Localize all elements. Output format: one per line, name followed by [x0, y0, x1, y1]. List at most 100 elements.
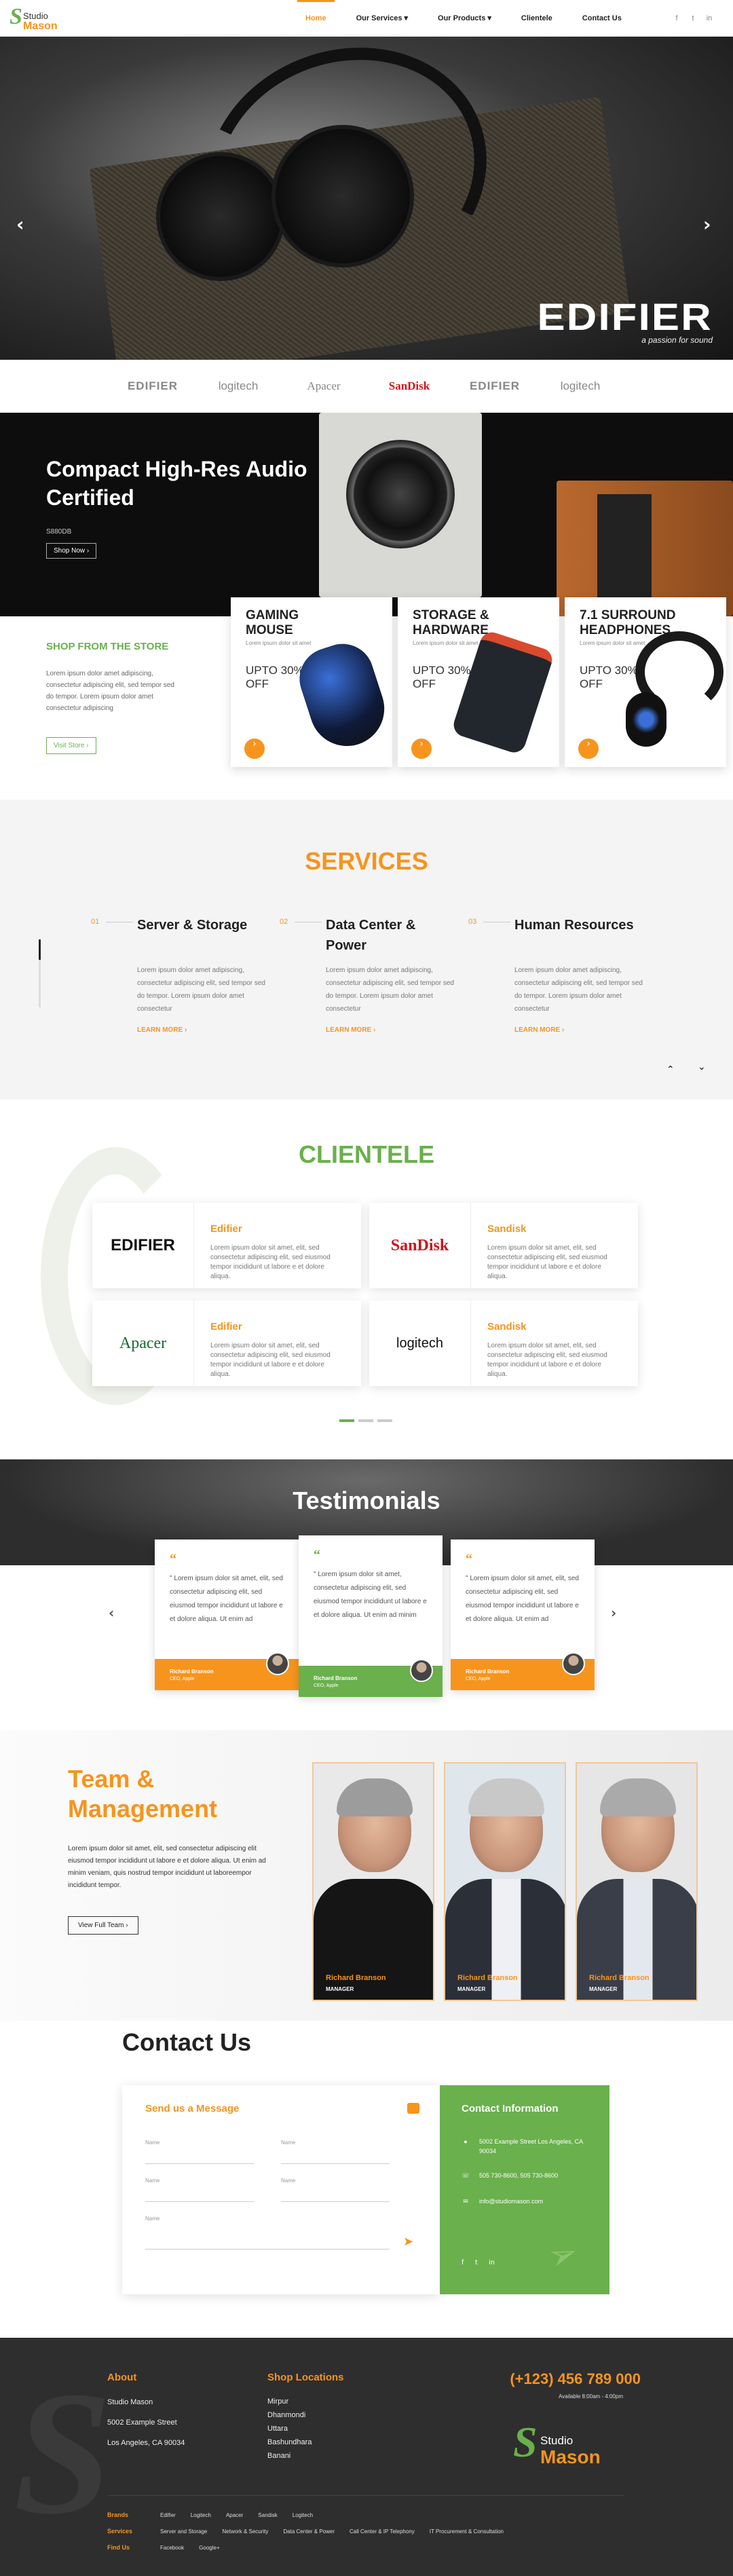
brand-strip: EDIFIER logitech Apacer SanDisk EDIFIER …	[0, 360, 733, 413]
facebook-icon[interactable]: f	[462, 2259, 464, 2266]
testimonial-text: " Lorem ipsum dolor sit amet, elit, sed …	[170, 1575, 283, 1623]
chevron-down-icon: ▾	[487, 14, 491, 22]
nav-contact-us[interactable]: Contact Us	[567, 0, 637, 37]
nav-our-services[interactable]: Our Services ▾	[341, 0, 423, 37]
product-card-subtitle: Lorem ipsum dolor sit amet	[580, 640, 645, 646]
service-number: 02	[280, 918, 288, 926]
service-text: Lorem ipsum dolor amet adipiscing, conse…	[514, 967, 643, 1013]
visit-store-button[interactable]: Visit Store ›	[46, 737, 96, 754]
client-text: Lorem ipsum dolor sit amet, elit, sed co…	[210, 1342, 331, 1378]
member-role: MANAGER	[326, 1986, 354, 1992]
site-footer: S About Studio Mason 5002 Example Street…	[0, 2338, 733, 2576]
hero-brand: EDIFIER	[537, 295, 713, 338]
testimonial-card: “ " Lorem ipsum dolor sit amet, elit, se…	[155, 1539, 299, 1690]
message-field[interactable]: Name	[145, 2216, 390, 2250]
learn-more-link[interactable]: LEARN MORE ›	[137, 1026, 187, 1034]
twitter-icon[interactable]: t	[475, 2259, 478, 2266]
member-role: MANAGER	[457, 1986, 486, 1992]
view-full-team-button[interactable]: View Full Team ›	[68, 1916, 138, 1935]
facebook-icon[interactable]: f	[672, 14, 681, 23]
linkedin-icon[interactable]: in	[704, 14, 714, 23]
testimonial-card: “ " Lorem ipsum dolor sit amet, elit, se…	[451, 1539, 595, 1690]
client-name: Sandisk	[487, 1321, 527, 1332]
brand-logo[interactable]: logitech	[538, 379, 623, 393]
chat-icon	[407, 2103, 419, 2114]
carousel-dot[interactable]	[377, 1419, 392, 1422]
arrow-right-button[interactable]: ›	[411, 739, 432, 759]
name-field[interactable]: Name	[281, 2178, 390, 2202]
footer-availability: Available 8:00am - 4:00pm	[558, 2393, 623, 2400]
service-title: Data Center & Power	[326, 918, 416, 953]
contact-email[interactable]: info@studiomason.com	[479, 2197, 601, 2206]
brand-logo[interactable]: logitech	[195, 379, 281, 393]
email-icon: ✉	[463, 2198, 468, 2205]
quote-icon: “	[314, 1548, 320, 1563]
footer-logo[interactable]: S Studio Mason	[513, 2421, 628, 2471]
member-role: MANAGER	[589, 1986, 618, 1992]
client-text: Lorem ipsum dolor sit amet, elit, sed co…	[487, 1342, 607, 1378]
services-scroll-indicator[interactable]	[39, 939, 41, 1007]
linkedin-icon[interactable]: in	[489, 2259, 495, 2266]
learn-more-link[interactable]: LEARN MORE ›	[326, 1026, 375, 1034]
client-name: Edifier	[210, 1321, 242, 1332]
carousel-dot-active[interactable]	[339, 1419, 354, 1422]
arrow-right-button[interactable]: ›	[244, 739, 265, 759]
banner-model: S880DB	[46, 528, 72, 536]
form-title: Send us a Message	[145, 2103, 240, 2114]
brand-logo[interactable]: SanDisk	[366, 379, 452, 393]
product-card-storage[interactable]: STORAGE & HARDWARE Lorem ipsum dolor sit…	[398, 597, 559, 767]
shop-now-button[interactable]: Shop Now ›	[46, 543, 97, 559]
name-field[interactable]: Name	[281, 2140, 390, 2164]
arrow-right-button[interactable]: ›	[578, 739, 599, 759]
brand-logo[interactable]: EDIFIER	[452, 379, 538, 393]
product-card-offer: UPTO 30% OFF	[580, 664, 638, 690]
product-card-headphones[interactable]: 7.1 SURROUND HEADPHONES Lorem ipsum dolo…	[565, 597, 726, 767]
service-title: Human Resources	[514, 918, 634, 933]
footer-locations: Mirpur Dhanmondi Uttara Bashundhara Bana…	[267, 2397, 312, 2460]
twitter-icon[interactable]: t	[688, 14, 698, 23]
product-card-subtitle: Lorem ipsum dolor sit amet	[413, 640, 478, 646]
name-field[interactable]: Name	[145, 2178, 254, 2202]
testimonial-role: CEO, Apple	[466, 1677, 491, 1681]
nav-clientele[interactable]: Clientele	[506, 0, 567, 37]
client-card[interactable]: SanDisk Sandisk Lorem ipsum dolor sit am…	[369, 1203, 638, 1288]
send-icon[interactable]: ➤	[403, 2235, 413, 2249]
brand-logo[interactable]: Apacer	[281, 379, 366, 393]
carousel-dot[interactable]	[358, 1419, 373, 1422]
product-card-gaming-mouse[interactable]: GAMING MOUSE Lorem ipsum dolor sit amet …	[231, 597, 394, 767]
footer-phone[interactable]: (+123) 456 789 000	[510, 2370, 641, 2388]
brand-logo[interactable]: EDIFIER	[110, 379, 195, 393]
testimonial-next-arrow[interactable]: ›	[611, 1605, 616, 1621]
avatar	[266, 1652, 289, 1675]
chevron-down-icon[interactable]: ⌄	[698, 1062, 706, 1072]
gaming-mouse-image	[291, 635, 394, 756]
contact-title: Contact Us	[122, 2028, 252, 2056]
banner-title: Compact High-Res Audio Certified	[46, 457, 307, 510]
slider-prev-arrow[interactable]: ‹	[16, 213, 24, 236]
arrow-right-icon: ›	[86, 742, 89, 749]
studio-mason-logo[interactable]: S Studio Mason	[10, 4, 71, 33]
client-card[interactable]: logitech Sandisk Lorem ipsum dolor sit a…	[369, 1301, 638, 1386]
client-logo: Apacer	[92, 1301, 194, 1386]
team-member-card[interactable]: Richard Branson MANAGER	[312, 1762, 434, 2001]
name-field[interactable]: Name	[145, 2140, 254, 2164]
avatar	[410, 1659, 433, 1682]
testimonials-section: Testimonials ‹ › “ " Lorem ipsum dolor s…	[0, 1459, 733, 1724]
slider-next-arrow[interactable]: ›	[703, 213, 711, 236]
testimonial-prev-arrow[interactable]: ‹	[109, 1605, 114, 1621]
nav-home[interactable]: Home	[290, 0, 341, 37]
nav-our-products[interactable]: Our Products ▾	[423, 0, 506, 37]
learn-more-link[interactable]: LEARN MORE ›	[514, 1026, 564, 1034]
client-card[interactable]: EDIFIER Edifier Lorem ipsum dolor sit am…	[92, 1203, 361, 1288]
team-member-card[interactable]: Richard Branson MANAGER	[444, 1762, 566, 2001]
chevron-up-icon[interactable]: ⌃	[666, 1064, 675, 1075]
product-card-offer: UPTO 30% OFF	[246, 664, 304, 690]
client-name: Edifier	[210, 1223, 242, 1235]
client-card[interactable]: Apacer Edifier Lorem ipsum dolor sit ame…	[92, 1301, 361, 1386]
clientele-title: CLIENTELE	[298, 1140, 434, 1168]
headphone-cup-left	[156, 152, 285, 281]
contact-form: Send us a Message Name Name Name Name Na…	[122, 2085, 440, 2294]
testimonial-name: Richard Branson	[170, 1668, 214, 1675]
store-heading: SHOP FROM THE STORE	[46, 641, 169, 652]
team-member-card[interactable]: Richard Branson MANAGER	[576, 1762, 698, 2001]
